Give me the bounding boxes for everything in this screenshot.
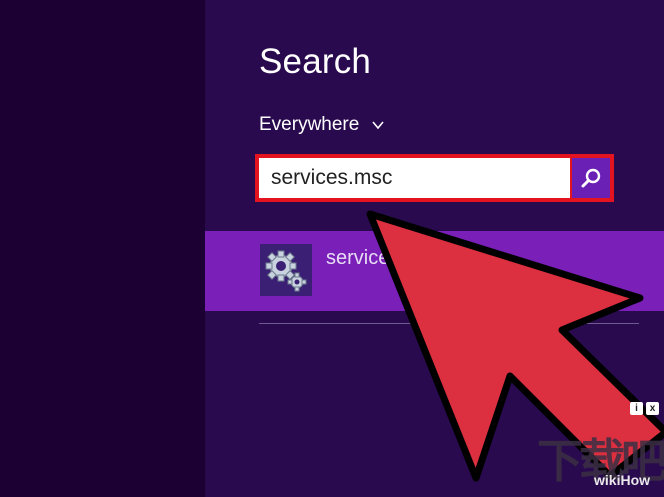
page-title: Search bbox=[259, 42, 372, 81]
search-scope-dropdown[interactable]: Everywhere bbox=[259, 114, 385, 136]
info-icon[interactable]: i bbox=[630, 402, 643, 415]
search-result-label: services bbox=[326, 247, 400, 269]
search-result-item[interactable]: services bbox=[205, 231, 664, 311]
wikihow-watermark: wikiHow bbox=[594, 472, 651, 488]
search-input[interactable] bbox=[259, 158, 570, 198]
search-icon bbox=[581, 168, 601, 188]
gear-icon bbox=[260, 244, 312, 296]
search-button[interactable] bbox=[570, 158, 610, 198]
chevron-down-icon bbox=[372, 121, 384, 130]
search-box bbox=[255, 154, 614, 202]
close-icon[interactable]: x bbox=[646, 402, 659, 415]
search-scope-label: Everywhere bbox=[259, 114, 360, 135]
start-screen-background bbox=[0, 0, 205, 497]
ad-badges: i x bbox=[630, 402, 659, 415]
divider bbox=[259, 323, 639, 324]
